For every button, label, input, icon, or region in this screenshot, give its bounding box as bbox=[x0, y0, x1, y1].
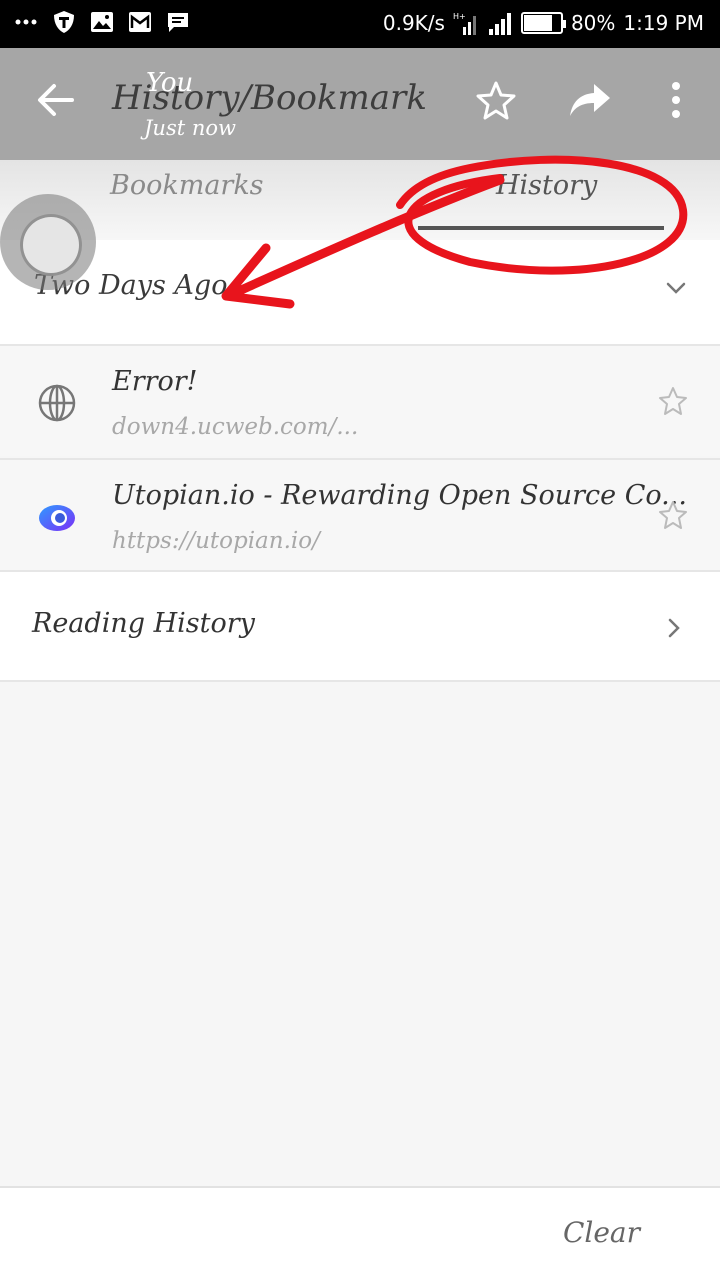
assistive-touch-button[interactable] bbox=[0, 194, 96, 290]
selected-tab-indicator bbox=[418, 226, 664, 230]
toolbar: History/Bookmark You Just now bbox=[0, 48, 720, 160]
gallery-icon bbox=[91, 12, 113, 32]
back-arrow-icon bbox=[38, 84, 74, 116]
system-indicators: 0.9K/s H+ 80% 1:19 PM bbox=[383, 11, 704, 35]
message-icon bbox=[168, 13, 188, 32]
more-vert-icon bbox=[672, 82, 680, 118]
globe-icon bbox=[38, 384, 76, 422]
reading-history-row[interactable]: Reading History bbox=[0, 570, 720, 682]
status-bar: 0.9K/s H+ 80% 1:19 PM bbox=[0, 0, 720, 48]
history-group-header[interactable]: Two Days Ago bbox=[0, 240, 720, 344]
history-item-title: Error! bbox=[112, 366, 198, 397]
tab-bookmarks[interactable]: Bookmarks bbox=[110, 170, 264, 201]
utopian-logo-icon bbox=[39, 505, 75, 531]
bottom-bar: Clear bbox=[0, 1186, 720, 1280]
history-item[interactable]: Error! down4.ucweb.com/... bbox=[0, 344, 720, 456]
battery-icon bbox=[520, 12, 566, 34]
chevron-right-icon bbox=[668, 618, 680, 638]
more-options-button[interactable] bbox=[654, 78, 698, 122]
share-button[interactable] bbox=[568, 78, 612, 122]
shield-app-icon bbox=[54, 11, 74, 33]
signal-strength-icon bbox=[488, 13, 511, 35]
clear-button[interactable]: Clear bbox=[563, 1216, 640, 1249]
share-icon bbox=[570, 84, 610, 116]
history-item-url: down4.ucweb.com/... bbox=[112, 414, 359, 440]
clock: 1:19 PM bbox=[623, 11, 704, 35]
history-item-url: https://utopian.io/ bbox=[112, 528, 320, 554]
bookmark-star-button[interactable] bbox=[474, 78, 518, 122]
chevron-down-icon bbox=[666, 282, 686, 294]
battery-percent: 80% bbox=[570, 11, 616, 35]
star-outline-icon bbox=[476, 81, 516, 120]
notification-icons bbox=[14, 10, 190, 34]
more-dots-icon bbox=[15, 19, 37, 25]
star-outline-icon[interactable] bbox=[658, 500, 688, 530]
overlay-author: You bbox=[146, 68, 194, 98]
overlay-timestamp: Just now bbox=[144, 116, 236, 140]
history-item-title: Utopian.io - Rewarding Open Source Co... bbox=[112, 480, 687, 511]
reading-history-label: Reading History bbox=[32, 608, 255, 639]
mobile-signal-icon: H+ bbox=[453, 12, 476, 35]
mail-icon bbox=[129, 12, 151, 32]
history-item[interactable]: Utopian.io - Rewarding Open Source Co...… bbox=[0, 458, 720, 570]
tab-bar: Bookmarks History bbox=[0, 160, 720, 240]
tab-history[interactable]: History bbox=[496, 170, 597, 201]
star-outline-icon[interactable] bbox=[658, 386, 688, 416]
network-speed: 0.9K/s bbox=[382, 11, 445, 35]
back-button[interactable] bbox=[34, 78, 78, 122]
network-type-label: H+ bbox=[453, 12, 466, 21]
